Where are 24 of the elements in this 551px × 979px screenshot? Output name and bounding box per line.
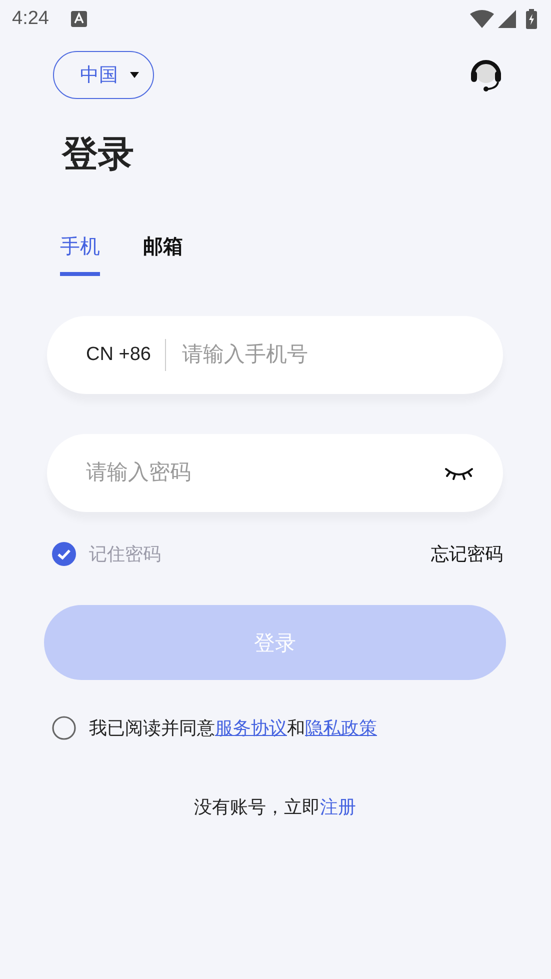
forgot-password-link[interactable]: 忘记密码 [431, 542, 503, 566]
policy-link[interactable]: 服务协议 [215, 718, 287, 738]
page-title: 登录 [62, 132, 135, 176]
wifi-icon [470, 10, 494, 28]
keyboard-icon [70, 11, 87, 27]
dropdown-caret-icon [130, 72, 139, 78]
closed-eye-icon[interactable] [445, 466, 473, 480]
tab[interactable]: 手机 [60, 233, 100, 276]
password-field[interactable]: 请输入密码 [47, 434, 503, 512]
signal-icon [498, 10, 516, 28]
phone-field[interactable]: CN +86 请输入手机号 [47, 316, 503, 394]
register-prompt: 没有账号，立即注册 [193, 796, 357, 819]
policy-link[interactable]: 隐私政策 [305, 718, 377, 738]
checkbox[interactable] [52, 716, 76, 740]
headset-icon[interactable] [469, 57, 503, 93]
region-selector[interactable]: 中国 [53, 51, 154, 99]
remember-label: 记住密码 [89, 543, 161, 566]
tab[interactable]: 邮箱 [142, 233, 184, 276]
checkbox[interactable] [52, 542, 76, 566]
country-code[interactable]: CN +86 [86, 339, 166, 371]
register-link[interactable]: 注册 [320, 797, 356, 817]
agreement-text: 我已阅读并同意服务协议和隐私政策 [89, 717, 377, 740]
battery-icon [526, 9, 537, 29]
clock-time: 4:24 [12, 8, 49, 30]
